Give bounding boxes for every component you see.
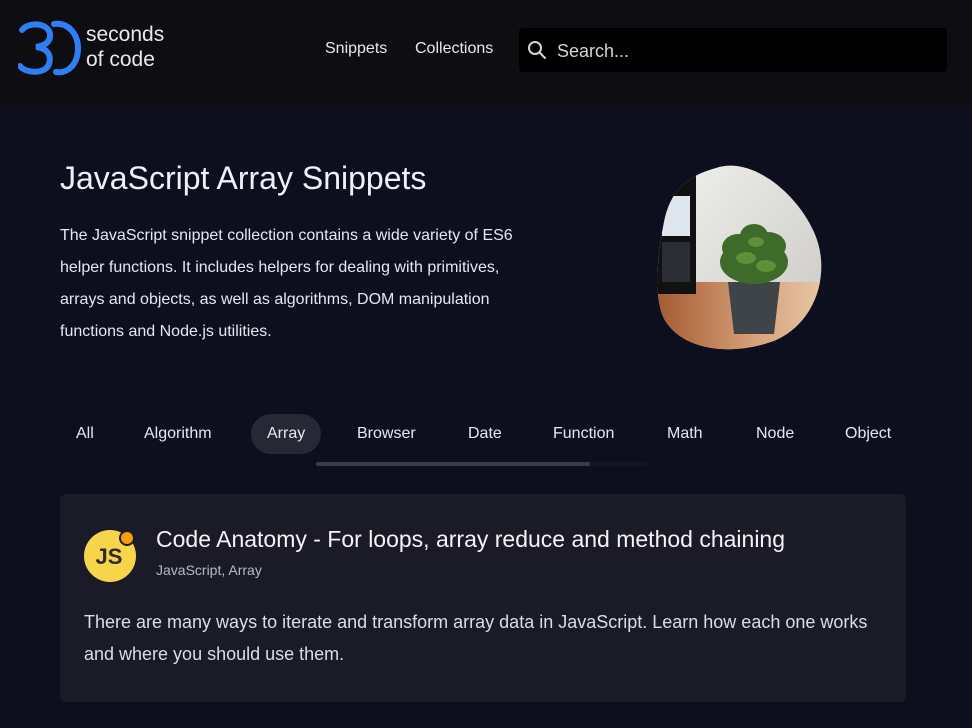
card-description: There are many ways to iterate and trans… [84, 612, 868, 664]
svg-text:JS: JS [96, 544, 123, 569]
search-input[interactable] [555, 28, 939, 74]
nav-snippets[interactable]: Snippets [325, 40, 387, 58]
nav-collections[interactable]: Collections [415, 40, 493, 58]
site-header: seconds of code Snippets Collections [0, 0, 972, 106]
snippet-card[interactable]: JS Code Anatomy - For loops, array reduc… [60, 494, 906, 702]
search-icon [528, 41, 546, 59]
logo-30-icon [17, 20, 82, 76]
tab-math[interactable]: Math [651, 414, 719, 454]
logo-text: seconds of code [86, 22, 164, 72]
tab-date[interactable]: Date [452, 414, 518, 454]
category-tabs: All Algorithm Array Browser Date Functio… [60, 414, 920, 454]
js-badge-icon: JS [84, 530, 136, 582]
hero-plant-image [657, 165, 822, 350]
page-description: The JavaScript snippet collection contai… [60, 227, 513, 340]
tab-object[interactable]: Object [829, 414, 907, 454]
tab-all[interactable]: All [60, 414, 110, 454]
tab-array[interactable]: Array [251, 414, 322, 454]
card-tags: JavaScript, Array [156, 562, 262, 578]
tab-node[interactable]: Node [740, 414, 810, 454]
logo-line2: of code [86, 48, 155, 71]
tab-browser[interactable]: Browser [341, 414, 432, 454]
logo-line1: seconds [86, 23, 165, 46]
card-title[interactable]: Code Anatomy - For loops, array reduce a… [156, 526, 785, 553]
tab-function[interactable]: Function [537, 414, 630, 454]
tabs-scrollbar-thumb[interactable] [316, 462, 590, 466]
site-logo[interactable]: seconds of code [17, 20, 178, 76]
tab-algorithm[interactable]: Algorithm [128, 414, 228, 454]
search-box[interactable] [519, 28, 947, 74]
page-title: JavaScript Array Snippets [60, 160, 427, 196]
tabs-scrollbar[interactable] [316, 462, 648, 466]
